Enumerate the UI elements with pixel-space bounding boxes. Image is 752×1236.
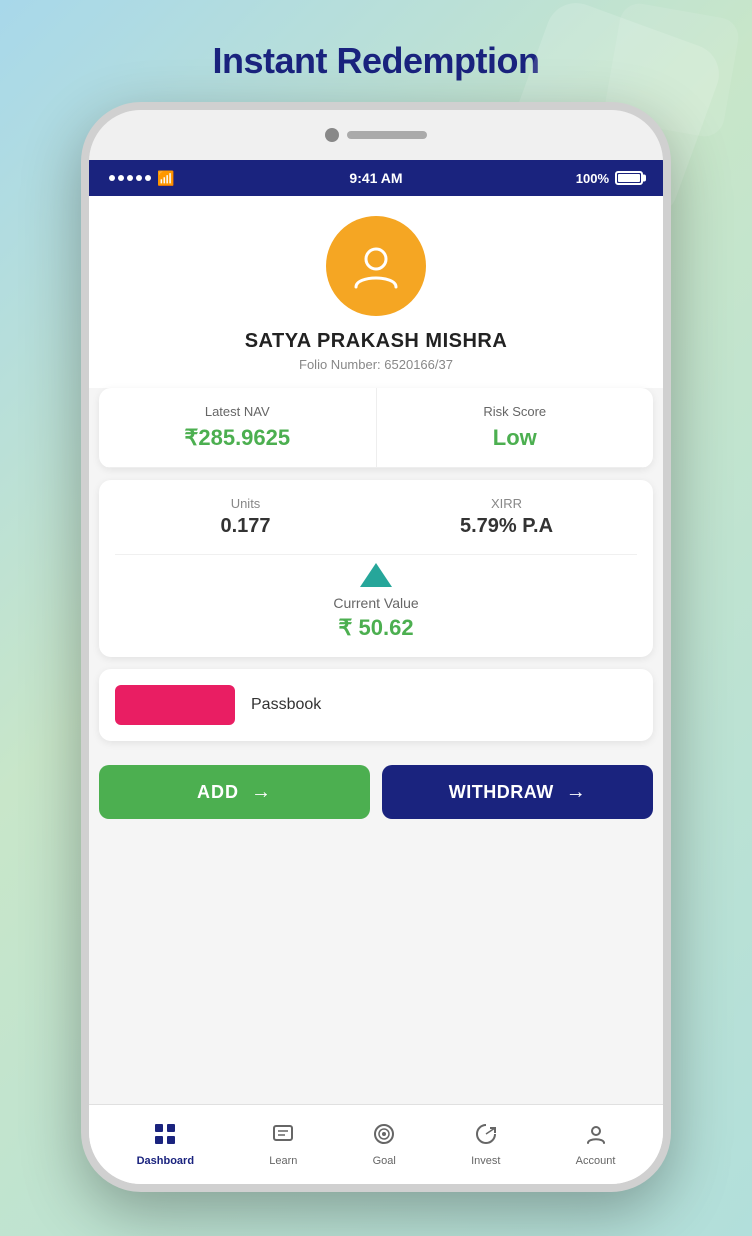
battery-icon	[615, 171, 643, 185]
avatar	[326, 216, 426, 316]
nav-item-dashboard[interactable]: Dashboard	[125, 1115, 206, 1175]
portfolio-row: Units 0.177 XIRR 5.79% P.A	[115, 496, 637, 538]
risk-label: Risk Score	[393, 404, 638, 419]
nav-item-goal[interactable]: Goal	[361, 1115, 408, 1175]
status-bar: 📶 9:41 AM 100%	[89, 160, 663, 196]
risk-value: Low	[393, 425, 638, 451]
page-title: Instant Redemption	[212, 40, 539, 82]
power-button	[669, 310, 671, 380]
add-button[interactable]: ADD →	[99, 765, 370, 819]
add-label: ADD	[197, 782, 239, 803]
portfolio-card: Units 0.177 XIRR 5.79% P.A Current Value…	[99, 480, 653, 657]
units-cell: Units 0.177	[115, 496, 376, 538]
xirr-cell: XIRR 5.79% P.A	[376, 496, 637, 538]
passbook-section: Passbook	[99, 669, 653, 741]
units-value: 0.177	[115, 515, 376, 538]
profile-section: SATYA PRAKASH MISHRA Folio Number: 65201…	[89, 196, 663, 388]
xirr-label: XIRR	[376, 496, 637, 511]
status-left: 📶	[109, 170, 174, 187]
nav-item-learn[interactable]: Learn	[257, 1115, 309, 1175]
nav-label: Latest NAV	[115, 404, 360, 419]
volume-up-button	[81, 290, 83, 340]
invest-icon	[475, 1123, 497, 1151]
phone-top-bar	[89, 110, 663, 160]
stats-card: Latest NAV ₹285.9625 Risk Score Low	[99, 388, 653, 468]
folio-number: Folio Number: 6520166/37	[299, 357, 453, 372]
goal-nav-label: Goal	[373, 1155, 396, 1167]
passbook-label: Passbook	[251, 696, 321, 714]
phone-frame: 📶 9:41 AM 100% SATYA PRAKASH MISHRA Foli…	[81, 102, 671, 1192]
battery-fill	[618, 174, 640, 182]
add-arrow-icon: →	[251, 781, 272, 804]
withdraw-arrow-icon: →	[566, 781, 587, 804]
folio-value: 6520166/37	[384, 357, 453, 372]
xirr-value: 5.79% P.A	[376, 515, 637, 538]
nav-item-invest[interactable]: Invest	[459, 1115, 512, 1175]
wifi-icon: 📶	[157, 170, 174, 187]
units-label: Units	[115, 496, 376, 511]
withdraw-label: WITHDRAW	[449, 782, 554, 803]
status-right: 100%	[576, 171, 643, 186]
account-icon	[585, 1123, 607, 1151]
trend-up-icon	[360, 563, 392, 587]
bottom-navigation: Dashboard Learn	[89, 1104, 663, 1184]
current-value-section: Current Value ₹ 50.62	[115, 554, 637, 641]
passbook-tab-indicator	[115, 685, 235, 725]
action-buttons: ADD → WITHDRAW →	[99, 753, 653, 831]
stats-row: Latest NAV ₹285.9625 Risk Score Low	[99, 388, 653, 468]
invest-nav-label: Invest	[471, 1155, 500, 1167]
goal-icon	[373, 1123, 395, 1151]
folio-label: Folio Number:	[299, 357, 381, 372]
avatar-icon	[351, 241, 401, 291]
account-nav-label: Account	[576, 1155, 616, 1167]
speaker	[347, 131, 427, 139]
volume-down-button	[81, 355, 83, 405]
battery-percentage: 100%	[576, 171, 609, 186]
user-name: SATYA PRAKASH MISHRA	[245, 330, 508, 353]
withdraw-button[interactable]: WITHDRAW →	[382, 765, 653, 819]
status-time: 9:41 AM	[349, 170, 402, 186]
nav-value: ₹285.9625	[115, 425, 360, 451]
dashboard-icon	[154, 1123, 176, 1151]
dashboard-nav-label: Dashboard	[137, 1155, 194, 1167]
learn-nav-label: Learn	[269, 1155, 297, 1167]
nav-cell: Latest NAV ₹285.9625	[99, 388, 377, 467]
current-value-amount: ₹ 50.62	[338, 615, 413, 641]
camera	[325, 128, 339, 142]
risk-cell: Risk Score Low	[377, 388, 654, 467]
learn-icon	[272, 1123, 294, 1151]
nav-item-account[interactable]: Account	[564, 1115, 628, 1175]
phone-screen: SATYA PRAKASH MISHRA Folio Number: 65201…	[89, 196, 663, 1184]
current-value-label: Current Value	[333, 595, 418, 611]
signal-dots	[109, 175, 151, 181]
